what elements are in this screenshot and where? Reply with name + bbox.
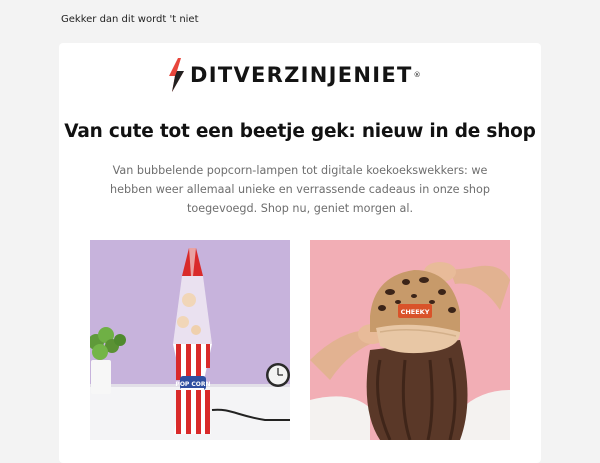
lamp-label: POP CORN	[175, 381, 210, 388]
trademark-symbol: ®	[413, 71, 421, 79]
email-headline: Van cute tot een beetje gek: nieuw in de…	[64, 121, 536, 142]
product-image-leopard-cap[interactable]: CHEEKY	[310, 240, 510, 440]
potted-plant-decoration	[90, 327, 126, 394]
brand-logo[interactable]: DITVERZINJENIET ®	[166, 57, 421, 93]
leopard-cap: CHEEKY	[370, 270, 460, 354]
cap-label: CHEEKY	[401, 308, 430, 316]
popcorn-lamp: POP CORN	[173, 248, 212, 434]
brand-name: DITVERZINJENIET	[190, 63, 413, 87]
preheader-text: Gekker dan dit wordt 't niet	[61, 14, 199, 25]
intro-paragraph: Van bubbelende popcorn-lampen tot digita…	[110, 164, 490, 215]
product-image-popcorn-lamp[interactable]: POP CORN	[90, 240, 290, 440]
alarm-clock-decoration	[266, 363, 290, 387]
lightning-bolt-icon	[169, 58, 184, 92]
